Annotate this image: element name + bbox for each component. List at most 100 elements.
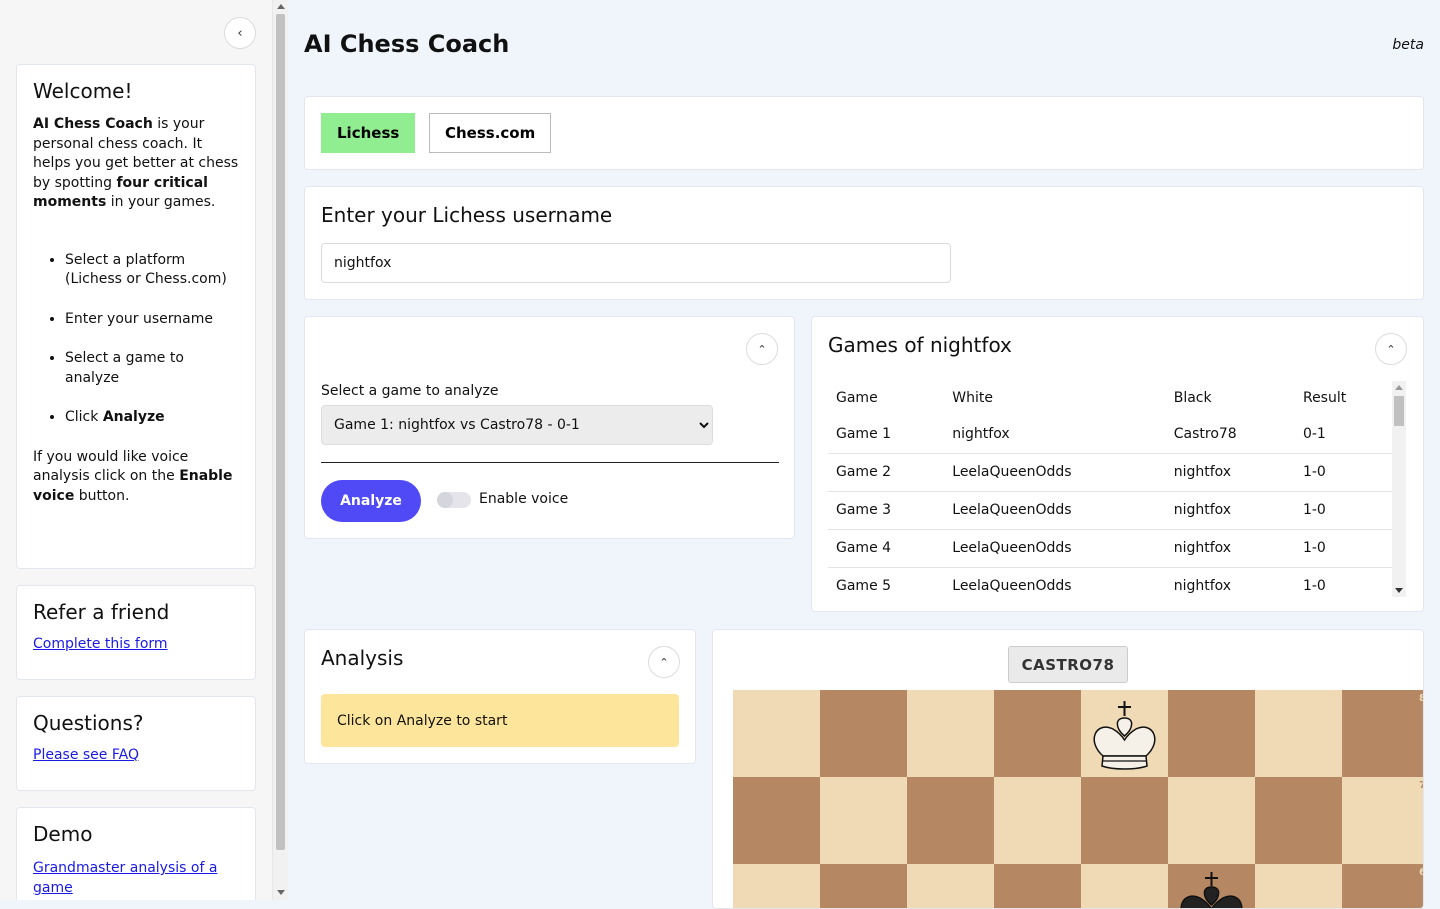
cell-black: nightfox xyxy=(1165,567,1295,597)
cell-black: nightfox xyxy=(1165,453,1295,492)
analysis-message: Click on Analyze to start xyxy=(321,694,679,747)
voice-prefix: If you would like voice analysis click o… xyxy=(33,448,189,485)
square-e6[interactable] xyxy=(1081,864,1168,908)
cell-result: 1-0 xyxy=(1294,529,1392,568)
username-input[interactable] xyxy=(321,243,951,283)
welcome-heading: Welcome! xyxy=(33,79,133,103)
voice-suffix: button. xyxy=(74,487,130,504)
analyze-button[interactable]: Analyze xyxy=(321,480,421,522)
step-item: Enter your username xyxy=(65,310,239,330)
scroll-up-arrow-icon[interactable] xyxy=(1395,385,1403,390)
voice-toggle-label: Enable voice xyxy=(479,491,569,507)
square-g6[interactable] xyxy=(1255,864,1342,908)
collapse-games-button[interactable]: ⌃ xyxy=(1375,333,1407,365)
step-item: Click Analyze xyxy=(65,408,239,428)
table-row[interactable]: Game 2 LeelaQueenOdds nightfox 1-0 xyxy=(828,453,1392,492)
table-row[interactable]: Game 5 LeelaQueenOdds nightfox 1-0 xyxy=(828,567,1392,597)
username-heading: Enter your Lichess username xyxy=(321,203,613,227)
step4-bold: Analyze xyxy=(102,409,165,425)
col-header-white: White xyxy=(952,390,993,406)
game-select-dropdown[interactable]: Game 1: nightfox vs Castro78 - 0-1 xyxy=(321,405,713,445)
games-card: Games of nightfox ⌃ Game White Black Res… xyxy=(811,316,1424,612)
cell-black: Castro78 xyxy=(1165,415,1295,454)
cell-white: nightfox xyxy=(944,415,1166,454)
table-header-row: Game White Black Result xyxy=(828,381,1392,415)
scroll-down-arrow-icon[interactable] xyxy=(1395,588,1403,593)
sidebar-scrollbar[interactable] xyxy=(272,0,288,900)
col-header-result: Result xyxy=(1302,390,1347,406)
square-c7[interactable] xyxy=(907,777,994,864)
black-king-icon[interactable] xyxy=(1168,870,1255,909)
scrollbar-thumb[interactable] xyxy=(276,14,285,850)
game-select-card: ⌃ Select a game to analyze Game 1: night… xyxy=(304,316,795,539)
collapse-analysis-button[interactable]: ⌃ xyxy=(648,646,680,678)
cell-white: LeelaQueenOdds xyxy=(944,567,1166,597)
brand-name: AI Chess Coach xyxy=(33,116,153,132)
chevron-up-icon: ⌃ xyxy=(757,342,767,356)
square-g8[interactable] xyxy=(1255,690,1342,777)
cell-black: nightfox xyxy=(1165,491,1295,530)
scrollbar-thumb[interactable] xyxy=(1394,396,1404,426)
col-header-game: Game xyxy=(836,390,878,406)
square-d8[interactable] xyxy=(994,690,1081,777)
square-a8[interactable] xyxy=(733,690,820,777)
square-f8[interactable] xyxy=(1168,690,1255,777)
square-a7[interactable] xyxy=(733,777,820,864)
rank-label: 6 xyxy=(1419,867,1423,878)
collapse-sidebar-button[interactable]: ‹ xyxy=(224,17,256,49)
step-item: Select a platform (Lichess or Chess.com) xyxy=(65,251,239,290)
chessboard[interactable]: 8 7 6 xyxy=(733,690,1423,909)
square-c6[interactable] xyxy=(907,864,994,908)
cell-result: 0-1 xyxy=(1294,415,1392,454)
sidebar: ‹ Welcome! AI Chess Coach is your person… xyxy=(0,0,272,900)
square-f7[interactable] xyxy=(1168,777,1255,864)
square-h6[interactable]: 6 xyxy=(1342,864,1423,908)
square-h7[interactable]: 7 xyxy=(1342,777,1423,864)
square-a6[interactable] xyxy=(733,864,820,908)
cell-result: 1-0 xyxy=(1294,567,1392,597)
demo-link[interactable]: Grandmaster analysis of a game xyxy=(33,860,217,896)
square-b8[interactable] xyxy=(820,690,907,777)
cell-result: 1-0 xyxy=(1294,491,1392,530)
rank-label: 8 xyxy=(1419,693,1423,704)
square-d6[interactable] xyxy=(994,864,1081,908)
chevron-up-icon: ⌃ xyxy=(659,655,669,669)
square-h8[interactable]: 8 xyxy=(1342,690,1423,777)
chesscom-button[interactable]: Chess.com xyxy=(429,113,552,153)
voice-toggle[interactable] xyxy=(437,492,471,508)
refer-heading: Refer a friend xyxy=(33,600,170,624)
square-c8[interactable] xyxy=(907,690,994,777)
board-card: CASTRO78 8 7 6 xyxy=(712,629,1424,909)
step4-prefix: Click xyxy=(65,409,103,425)
square-b6[interactable] xyxy=(820,864,907,908)
refer-link[interactable]: Complete this form xyxy=(33,636,168,652)
square-g7[interactable] xyxy=(1255,777,1342,864)
toggle-knob xyxy=(437,492,453,508)
rank-label: 7 xyxy=(1419,780,1423,791)
faq-link[interactable]: Please see FAQ xyxy=(33,747,139,763)
cell-game: Game 4 xyxy=(828,529,945,568)
collapse-game-select-button[interactable]: ⌃ xyxy=(746,333,778,365)
table-row[interactable]: Game 4 LeelaQueenOdds nightfox 1-0 xyxy=(828,529,1392,568)
games-table-wrapper: Game White Black Result Game 1 nightfox … xyxy=(828,381,1408,597)
games-scrollbar[interactable] xyxy=(1392,381,1406,597)
square-b7[interactable] xyxy=(820,777,907,864)
games-table: Game White Black Result Game 1 nightfox … xyxy=(828,381,1392,597)
username-card: Enter your Lichess username xyxy=(304,186,1424,300)
steps-list: Select a platform (Lichess or Chess.com)… xyxy=(33,251,239,428)
refer-card: Refer a friend Complete this form xyxy=(16,585,256,680)
welcome-intro: AI Chess Coach is your personal chess co… xyxy=(33,115,239,213)
square-d7[interactable] xyxy=(994,777,1081,864)
cell-white: LeelaQueenOdds xyxy=(944,529,1166,568)
beta-badge: beta xyxy=(1392,37,1424,53)
voice-instructions: If you would like voice analysis click o… xyxy=(33,448,239,507)
table-row[interactable]: Game 3 LeelaQueenOdds nightfox 1-0 xyxy=(828,491,1392,530)
square-e7[interactable] xyxy=(1081,777,1168,864)
scroll-up-arrow-icon[interactable] xyxy=(277,4,285,9)
table-row[interactable]: Game 1 nightfox Castro78 0-1 xyxy=(828,415,1392,454)
cell-game: Game 2 xyxy=(828,453,945,492)
cell-white: LeelaQueenOdds xyxy=(944,491,1166,530)
white-king-icon[interactable] xyxy=(1081,696,1168,776)
lichess-button[interactable]: Lichess xyxy=(321,113,416,153)
scroll-down-arrow-icon[interactable] xyxy=(277,890,285,895)
